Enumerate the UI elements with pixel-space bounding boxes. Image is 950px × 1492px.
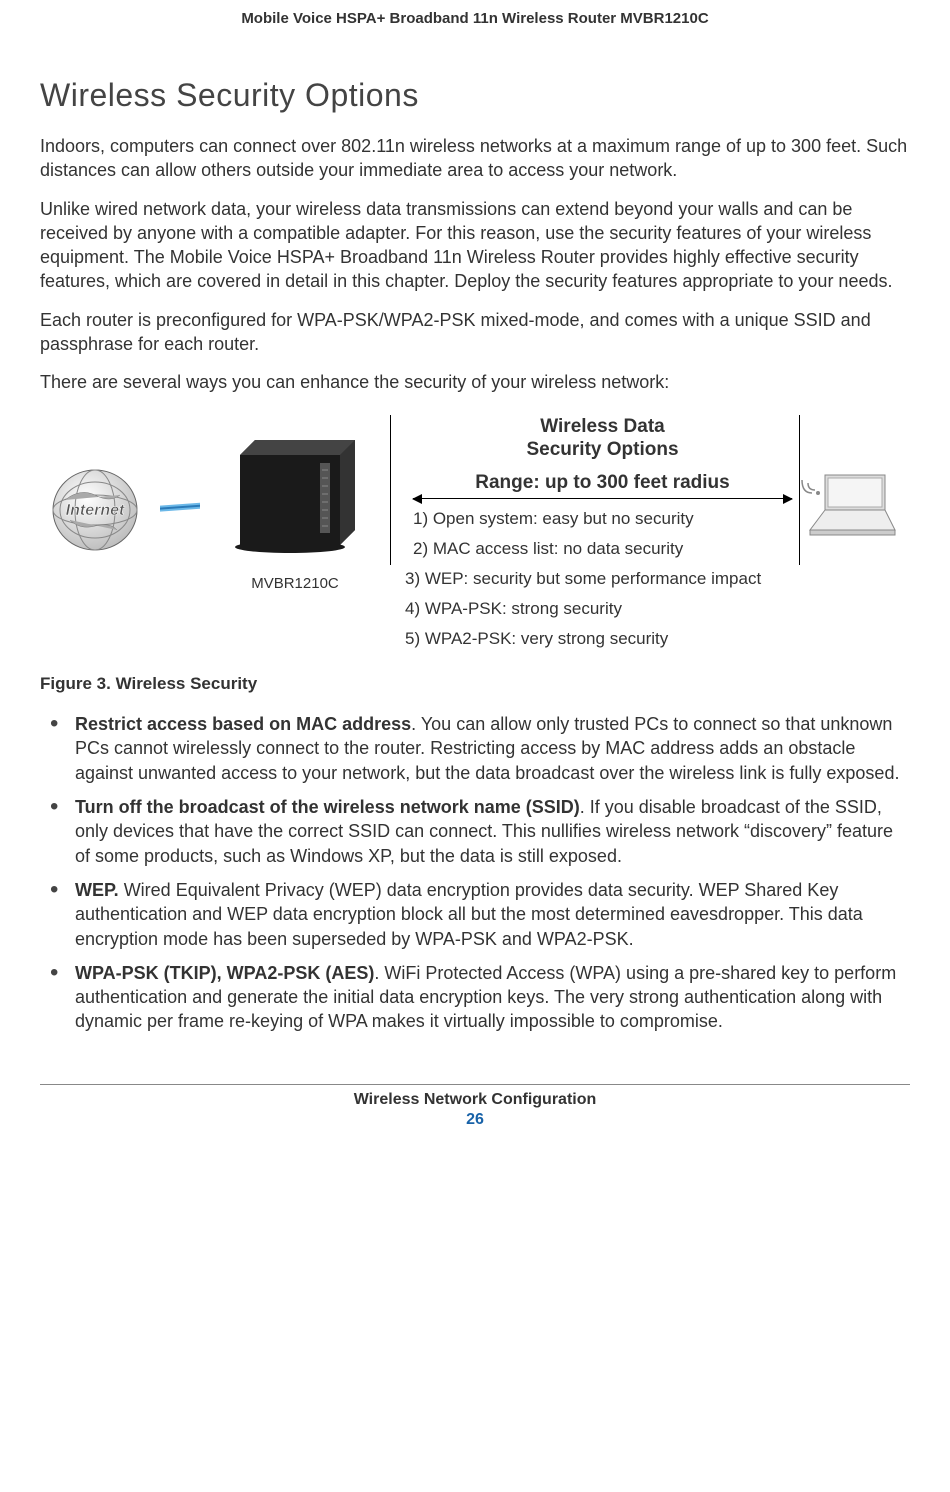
list-item: Restrict access based on MAC address. Yo… bbox=[40, 712, 910, 785]
footer-section-title: Wireless Network Configuration bbox=[40, 1091, 910, 1109]
figure-caption: Figure 3. Wireless Security bbox=[40, 674, 910, 694]
page-number: 26 bbox=[40, 1111, 910, 1129]
router-icon bbox=[220, 415, 370, 565]
connection-line-icon bbox=[160, 415, 200, 565]
diagram-title-line2: Security Options bbox=[526, 439, 678, 460]
list-item: Turn off the broadcast of the wireless n… bbox=[40, 795, 910, 868]
section-heading: Wireless Security Options bbox=[40, 77, 910, 114]
list-item: WPA-PSK (TKIP), WPA2-PSK (AES). WiFi Pro… bbox=[40, 961, 910, 1034]
document-header: Mobile Voice HSPA+ Broadband 11n Wireles… bbox=[40, 10, 910, 27]
paragraph: Unlike wired network data, your wireless… bbox=[40, 197, 910, 294]
paragraph: Each router is preconfigured for WPA-PSK… bbox=[40, 308, 910, 357]
bullet-title: WEP. bbox=[75, 880, 119, 900]
bullet-title: Restrict access based on MAC address bbox=[75, 714, 411, 734]
options-column: Wireless Data Security Options Range: up… bbox=[390, 415, 800, 660]
bullet-title: WPA-PSK (TKIP), WPA2-PSK (AES) bbox=[75, 963, 374, 983]
bullet-text: Wired Equivalent Privacy (WEP) data encr… bbox=[75, 880, 863, 949]
page-footer: Wireless Network Configuration 26 bbox=[40, 1084, 910, 1129]
bullet-title: Turn off the broadcast of the wireless n… bbox=[75, 797, 580, 817]
document-page: Mobile Voice HSPA+ Broadband 11n Wireles… bbox=[0, 0, 950, 1149]
internet-globe-icon: Internet bbox=[40, 465, 150, 555]
security-diagram: Internet bbox=[40, 415, 910, 660]
security-option: 5) WPA2-PSK: very strong security bbox=[405, 629, 800, 649]
diagram-range: Range: up to 300 feet radius bbox=[413, 472, 792, 494]
router-label: MVBR1210C bbox=[200, 575, 390, 592]
security-option: 4) WPA-PSK: strong security bbox=[405, 599, 800, 619]
globe-column: Internet bbox=[40, 415, 160, 560]
laptop-column bbox=[800, 415, 910, 550]
router-column: MVBR1210C bbox=[200, 415, 390, 592]
paragraph: Indoors, computers can connect over 802.… bbox=[40, 134, 910, 183]
security-option: 1) Open system: easy but no security bbox=[413, 509, 792, 529]
laptop-icon bbox=[800, 465, 900, 545]
diagram-title-line1: Wireless Data bbox=[540, 416, 664, 437]
range-arrow-icon bbox=[413, 498, 792, 499]
list-item: WEP. Wired Equivalent Privacy (WEP) data… bbox=[40, 878, 910, 951]
paragraph: There are several ways you can enhance t… bbox=[40, 370, 910, 394]
bullet-list: Restrict access based on MAC address. Yo… bbox=[40, 712, 910, 1034]
security-option: 3) WEP: security but some performance im… bbox=[405, 569, 800, 589]
security-option: 2) MAC access list: no data security bbox=[413, 539, 792, 559]
globe-label: Internet bbox=[66, 502, 125, 519]
